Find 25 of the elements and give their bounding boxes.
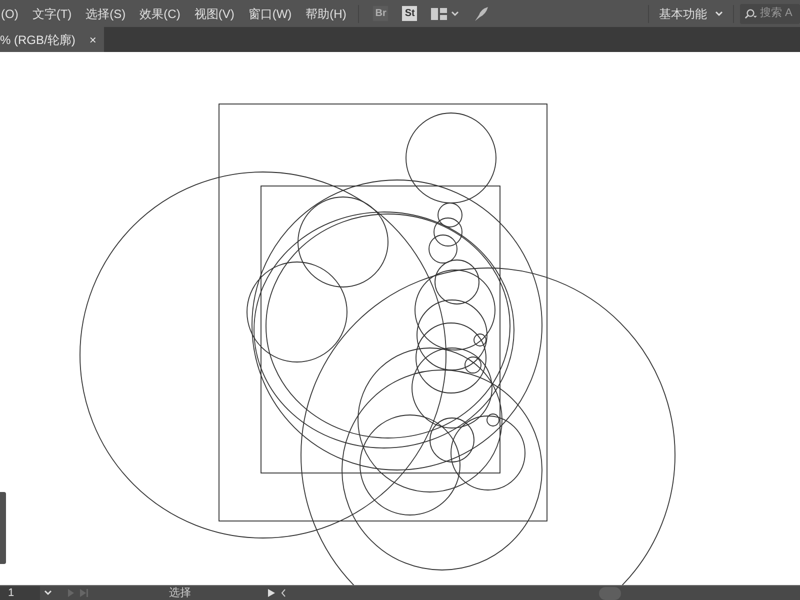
- search-field[interactable]: 搜索 A: [740, 4, 800, 24]
- menu-item[interactable]: 帮助(H): [306, 4, 346, 22]
- menu-item[interactable]: 选择(S): [86, 4, 126, 22]
- menu-item[interactable]: 窗口(W): [248, 4, 292, 22]
- feather-icon[interactable]: [473, 6, 490, 22]
- play-icon[interactable]: [268, 589, 275, 597]
- chevron-icon: [715, 10, 723, 16]
- menu-item[interactable]: (O): [1, 4, 18, 22]
- panel-edge: [0, 492, 6, 564]
- layout-icon[interactable]: [431, 8, 448, 20]
- scroll-left-icon[interactable]: [281, 589, 286, 597]
- close-button[interactable]: ×: [89, 30, 96, 48]
- search-icon: [744, 8, 757, 20]
- menu-item[interactable]: 效果(C): [140, 4, 180, 22]
- current-tool-label: 选择: [168, 586, 192, 600]
- app-icon[interactable]: St: [402, 6, 418, 21]
- document-tab[interactable]: % (RGB/轮廓) ×: [0, 27, 104, 52]
- artboard-field[interactable]: 1: [0, 586, 40, 600]
- scrollbar-thumb[interactable]: [599, 586, 621, 600]
- search-input[interactable]: 搜索 A: [760, 5, 800, 22]
- workspace-switcher[interactable]: 基本功能: [649, 4, 733, 22]
- menu-item[interactable]: 视图(V): [194, 4, 234, 22]
- chevron-icon[interactable]: [44, 590, 52, 596]
- chevron-icon[interactable]: [451, 10, 460, 16]
- menu-item[interactable]: 文字(T): [32, 4, 72, 22]
